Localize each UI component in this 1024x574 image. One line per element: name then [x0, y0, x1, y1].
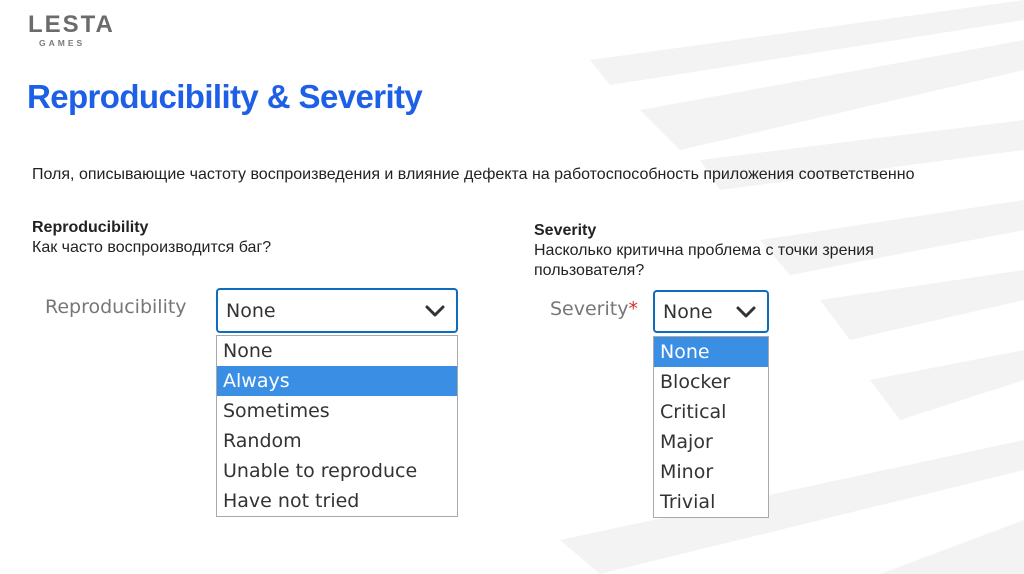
severity-question: Насколько критична проблема с точки зрен… — [534, 242, 874, 279]
reproducibility-option-unable-to-reproduce[interactable]: Unable to reproduce — [217, 456, 457, 486]
severity-option-major[interactable]: Major — [654, 427, 768, 457]
reproducibility-option-sometimes[interactable]: Sometimes — [217, 396, 457, 426]
severity-option-trivial[interactable]: Trivial — [654, 487, 768, 517]
severity-selected-value: None — [663, 300, 713, 323]
slide-description: Поля, описывающие частоту воспроизведени… — [32, 166, 915, 183]
reproducibility-select[interactable]: None — [216, 288, 458, 333]
required-marker: * — [628, 298, 638, 320]
severity-option-critical[interactable]: Critical — [654, 397, 768, 427]
reproducibility-option-always[interactable]: Always — [217, 366, 457, 396]
chevron-down-icon — [425, 305, 445, 316]
severity-field-label-text: Severity — [550, 298, 629, 320]
severity-options-list: None Blocker Critical Major Minor Trivia… — [653, 336, 769, 518]
severity-field-label: Severity* — [550, 298, 638, 320]
severity-option-blocker[interactable]: Blocker — [654, 367, 768, 397]
reproducibility-option-none[interactable]: None — [217, 336, 457, 366]
reproducibility-question: Как часто воспроизводится баг? — [32, 239, 272, 256]
slide-title: Reproducibility & Severity — [27, 78, 423, 115]
logo-subtitle: GAMES — [39, 38, 86, 48]
severity-option-none[interactable]: None — [654, 337, 768, 367]
severity-section-header: Severity Насколько критична проблема с т… — [534, 221, 974, 281]
reproducibility-option-random[interactable]: Random — [217, 426, 457, 456]
lesta-games-logo: LESTA GAMES — [28, 11, 115, 49]
severity-select[interactable]: None — [653, 290, 769, 333]
chevron-down-icon — [736, 306, 756, 317]
severity-option-minor[interactable]: Minor — [654, 457, 768, 487]
reproducibility-selected-value: None — [226, 299, 276, 322]
reproducibility-heading: Reproducibility — [32, 219, 149, 236]
logo-wordmark: LESTA — [28, 11, 115, 38]
severity-heading: Severity — [534, 222, 597, 239]
reproducibility-options-list: None Always Sometimes Random Unable to r… — [216, 335, 458, 517]
reproducibility-section-header: Reproducibility Как часто воспроизводитс… — [32, 218, 271, 258]
reproducibility-field-label: Reproducibility — [45, 296, 187, 318]
reproducibility-option-have-not-tried[interactable]: Have not tried — [217, 486, 457, 516]
